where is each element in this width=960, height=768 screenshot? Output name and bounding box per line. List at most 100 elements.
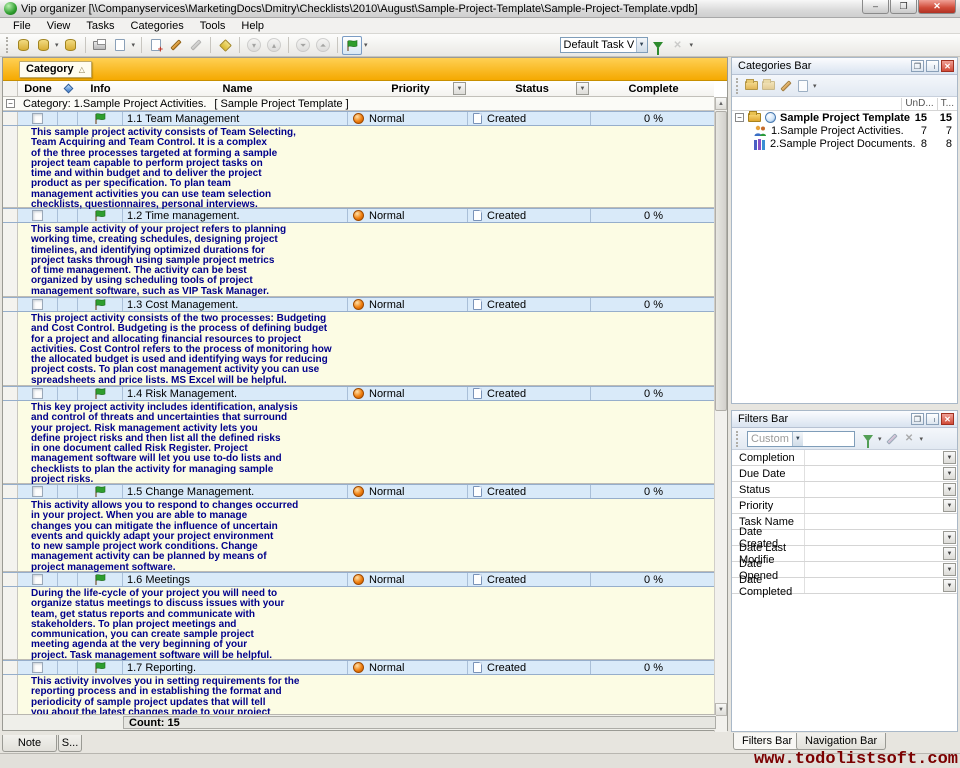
tab-filters-bar[interactable]: Filters Bar	[733, 733, 801, 750]
categories-overflow-caret[interactable]: ▾	[813, 82, 817, 90]
column-priority[interactable]: Priority ▼	[348, 81, 468, 96]
flag-button[interactable]	[342, 36, 362, 55]
chevron-down-icon[interactable]: ▼	[943, 531, 956, 544]
column-complete[interactable]: Complete	[591, 81, 716, 96]
menu-help[interactable]: Help	[234, 19, 271, 33]
filter-row-completion[interactable]: Completion▼	[732, 450, 957, 466]
task-view-dropdown[interactable]: ▼	[636, 38, 647, 52]
done-checkbox[interactable]	[32, 574, 43, 585]
table-row[interactable]: 1.6 Meetings Normal Created 0 %	[3, 572, 716, 587]
flag-dropdown-caret[interactable]: ▾	[364, 41, 368, 49]
filter-dropdown-caret[interactable]: ▾	[878, 435, 882, 443]
tree-item[interactable]: 2.Sample Project Documents. 8 8	[732, 137, 957, 150]
close-button[interactable]: ✕	[918, 0, 956, 14]
chevron-down-icon[interactable]: ▼	[943, 563, 956, 576]
menu-tasks[interactable]: Tasks	[79, 19, 121, 33]
pin-icon[interactable]	[926, 60, 939, 72]
table-row[interactable]: 1.7 Reporting. Normal Created 0 %	[3, 660, 716, 675]
scroll-down-arrow[interactable]: ▼	[715, 703, 727, 716]
task-name[interactable]: 1.2 Time management.	[123, 209, 348, 222]
menu-view[interactable]: View	[40, 19, 78, 33]
find-category-button[interactable]	[794, 78, 811, 94]
tree-item[interactable]: 1.Sample Project Activities. 7 7	[732, 124, 957, 137]
chevron-down-icon[interactable]: ▼	[943, 499, 956, 512]
toolbar-grip[interactable]	[6, 37, 9, 53]
menu-file[interactable]: File	[6, 19, 38, 33]
scroll-up-arrow[interactable]: ▲	[715, 97, 727, 110]
move-down-button[interactable]: ▾	[244, 36, 264, 55]
tab-s[interactable]: S...	[58, 735, 82, 752]
done-checkbox[interactable]	[32, 113, 43, 124]
task-name[interactable]: 1.4 Risk Management.	[123, 387, 348, 400]
print-dropdown-caret[interactable]: ▾	[132, 41, 136, 49]
apply-view-button[interactable]	[648, 36, 668, 55]
pin-icon[interactable]	[926, 413, 939, 425]
table-row[interactable]: 1.4 Risk Management. Normal Created 0 %	[3, 386, 716, 401]
column-name[interactable]: Name	[123, 81, 348, 96]
table-row[interactable]: 1.1 Team Management Normal Created 0 %	[3, 111, 716, 126]
task-view-combo[interactable]: Default Task V ▼	[560, 37, 648, 53]
toolbar-grip[interactable]	[736, 78, 739, 94]
done-checkbox[interactable]	[32, 662, 43, 673]
column-info[interactable]: Info	[78, 81, 123, 96]
scrollbar-thumb[interactable]	[715, 111, 727, 411]
menu-categories[interactable]: Categories	[124, 19, 191, 33]
toolbar-grip[interactable]	[736, 431, 739, 447]
clear-view-button[interactable]: ✕	[668, 36, 688, 55]
done-checkbox[interactable]	[32, 388, 43, 399]
done-checkbox[interactable]	[32, 210, 43, 221]
new-database-button[interactable]	[13, 36, 33, 55]
column-done[interactable]: Done	[18, 81, 58, 96]
table-row[interactable]: 1.2 Time management. Normal Created 0 %	[3, 208, 716, 223]
save-database-button[interactable]	[61, 36, 81, 55]
task-name[interactable]: 1.1 Team Management	[123, 112, 348, 125]
open-database-button[interactable]	[33, 36, 53, 55]
new-category-button[interactable]	[743, 78, 760, 94]
chevron-down-icon[interactable]: ▼	[943, 451, 956, 464]
done-checkbox[interactable]	[32, 486, 43, 497]
done-checkbox[interactable]	[32, 299, 43, 310]
print-preview-button[interactable]	[110, 36, 130, 55]
new-subcategory-button[interactable]	[760, 78, 777, 94]
column-priority-flag[interactable]	[58, 81, 78, 96]
restore-icon[interactable]: ❐	[911, 413, 924, 425]
close-icon[interactable]: ✕	[941, 60, 954, 72]
move-bottom-button[interactable]: ⏷	[293, 36, 313, 55]
column-status[interactable]: Status ▼	[468, 81, 591, 96]
grid-vertical-scrollbar[interactable]: ▲ ▼	[714, 97, 727, 732]
task-name[interactable]: 1.7 Reporting.	[123, 661, 348, 674]
status-filter-button[interactable]: ▼	[576, 82, 589, 95]
tree-root-item[interactable]: − Sample Project Template 15 15	[732, 111, 957, 124]
chevron-down-icon[interactable]: ▼	[943, 483, 956, 496]
column-total[interactable]: T...	[937, 98, 957, 110]
move-up-button[interactable]: ▴	[264, 36, 284, 55]
edit-task-button[interactable]	[166, 36, 186, 55]
maximize-button[interactable]: ❐	[890, 0, 917, 14]
table-row[interactable]: 1.5 Change Management. Normal Created 0 …	[3, 484, 716, 499]
tab-navigation-bar[interactable]: Navigation Bar	[796, 733, 886, 750]
filter-row-due-date[interactable]: Due Date▼	[732, 466, 957, 482]
filter-row-status[interactable]: Status▼	[732, 482, 957, 498]
task-name[interactable]: 1.3 Cost Management.	[123, 298, 348, 311]
chevron-down-icon[interactable]: ▼	[943, 579, 956, 592]
task-name[interactable]: 1.6 Meetings	[123, 573, 348, 586]
erase-filter-button[interactable]	[884, 431, 901, 447]
delete-task-button[interactable]	[186, 36, 206, 55]
minimize-button[interactable]: –	[862, 0, 889, 14]
toolbar-overflow-caret[interactable]: ▾	[690, 41, 694, 49]
menu-tools[interactable]: Tools	[193, 19, 233, 33]
table-row[interactable]: 1.3 Cost Management. Normal Created 0 %	[3, 297, 716, 312]
move-top-button[interactable]: ⏶	[313, 36, 333, 55]
tab-note[interactable]: Note	[2, 735, 57, 752]
clear-filter-button[interactable]: ✕	[901, 431, 918, 447]
priority-filter-button[interactable]: ▼	[453, 82, 466, 95]
filter-row-date-completed[interactable]: Date Completed▼	[732, 578, 957, 594]
apply-filter-button[interactable]	[859, 431, 876, 447]
restore-icon[interactable]: ❐	[911, 60, 924, 72]
print-button[interactable]	[90, 36, 110, 55]
task-name[interactable]: 1.5 Change Management.	[123, 485, 348, 498]
group-by-category-chip[interactable]: Category △	[19, 61, 92, 78]
close-icon[interactable]: ✕	[941, 413, 954, 425]
collapse-icon[interactable]: −	[735, 113, 744, 122]
chevron-down-icon[interactable]: ▼	[943, 467, 956, 480]
